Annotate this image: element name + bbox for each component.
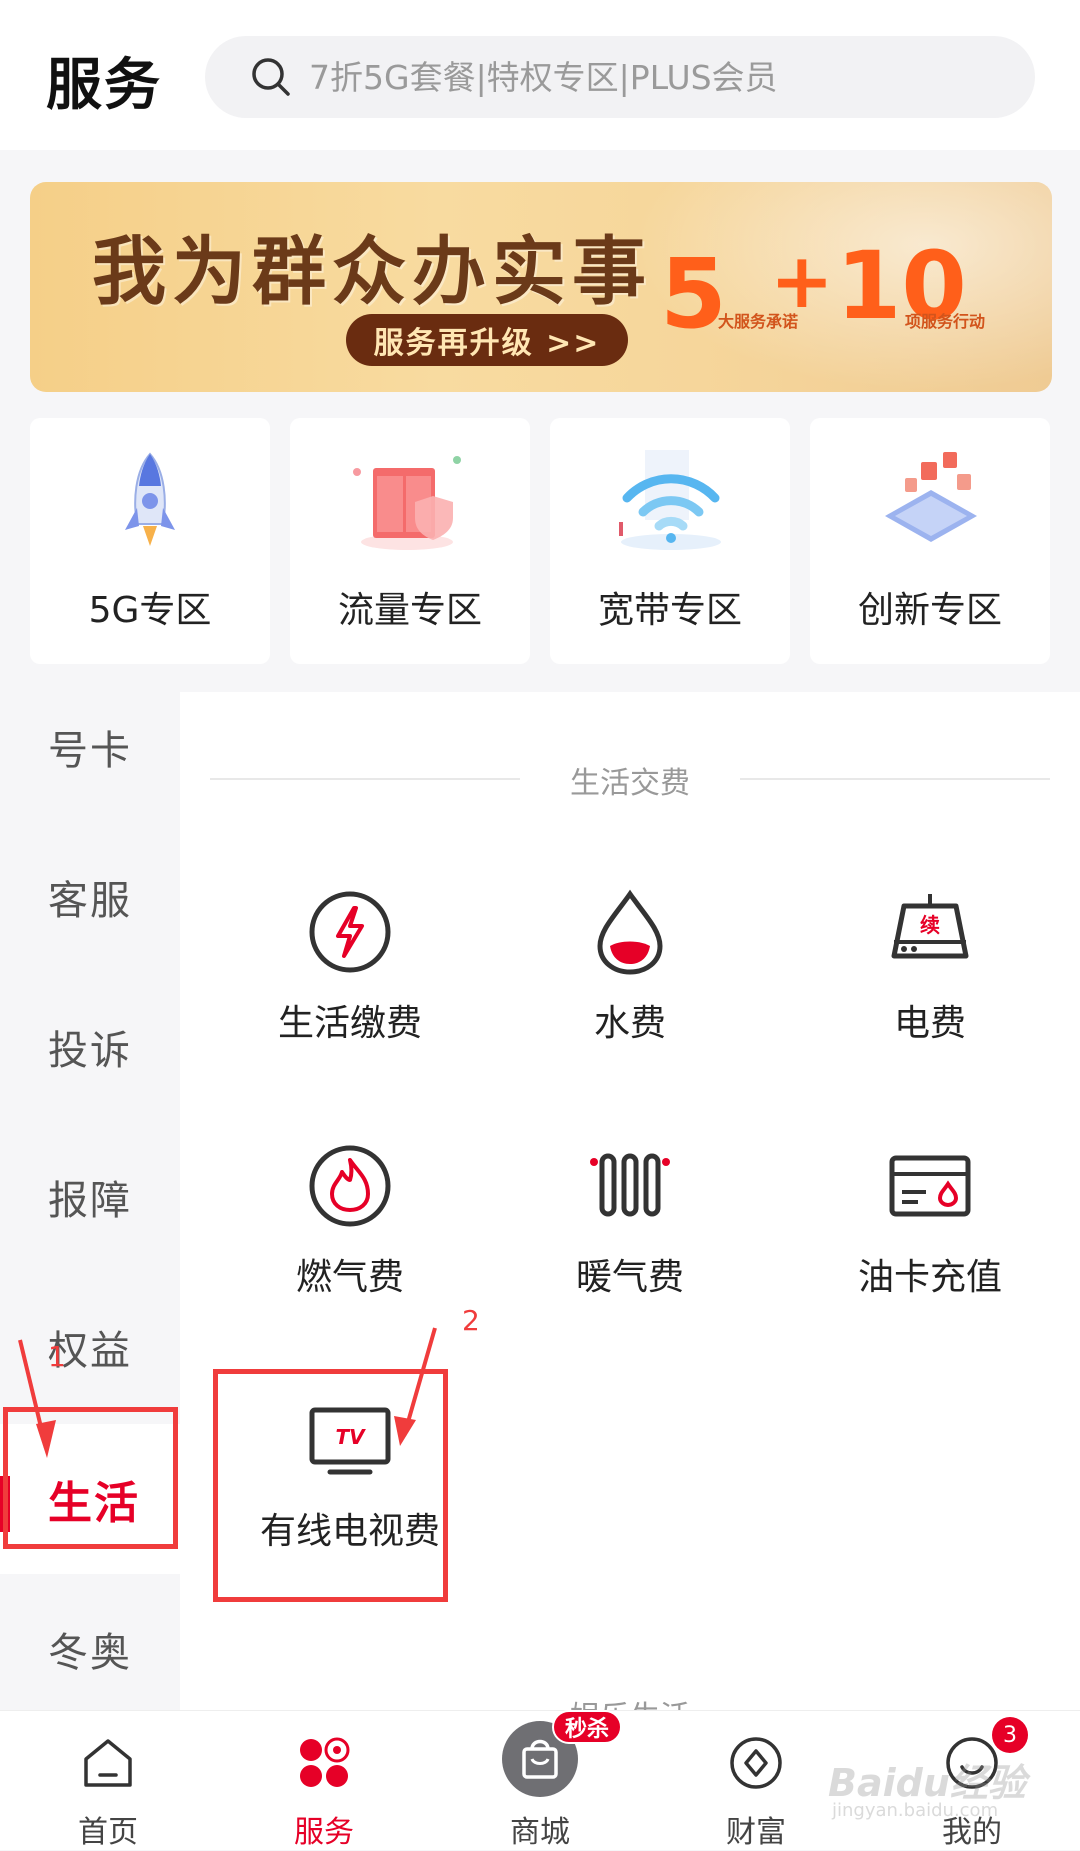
laptop-icon [885,452,977,542]
meter-icon-text: 续 [920,913,940,937]
section-header-entertainment: 娱乐生活 [210,1692,1050,1710]
sidebar-item-baozhang[interactable]: 报障 [0,1122,180,1272]
category-sidebar: 号卡 客服 投诉 报障 权益 生活 冬奥 [0,692,180,1710]
sidebar-item-dongao[interactable]: 冬奥 [0,1574,180,1724]
service-label: 电费 [893,1003,966,1044]
tab-label: 服务 [294,1815,354,1850]
service-fuel-card[interactable]: 油卡充值 [790,1142,1070,1342]
search-icon [252,58,290,96]
section-title: 娱乐生活 [210,1692,1050,1710]
sidebar-item-haoka[interactable]: 号卡 [0,672,180,822]
service-label: 生活缴费 [277,1003,422,1044]
banner-headline: 我为群众办实事 [92,229,652,315]
lightning-circle-icon [309,891,391,973]
tab-label: 首页 [78,1815,138,1850]
zone-label: 创新专区 [857,590,1002,631]
meter-icon: 续 [891,894,969,959]
tab-service[interactable]: 服务 [216,1711,432,1851]
page-title: 服务 [46,53,162,118]
section-header-life-payment: 生活交费 [210,758,1050,801]
cabinet-shield-icon [353,456,461,550]
banner-caption-a: 大服务承诺 [718,312,799,331]
zone-card-innovation[interactable]: 创新专区 [810,418,1050,664]
notification-count-badge: 3 [992,1717,1028,1753]
banner-button[interactable]: 服务再升级 >> [346,314,628,366]
banner-number-a: 5 [660,238,727,350]
home-icon [84,1739,132,1787]
sidebar-item-tousu[interactable]: 投诉 [0,972,180,1122]
service-label: 油卡充值 [857,1257,1002,1298]
annotation-arrows [18,1327,437,1458]
watermark-url: jingyan.baidu.com [832,1800,999,1821]
service-electricity[interactable]: 续 电费 [790,888,1070,1088]
zone-card-5g[interactable]: 5G专区 [30,418,270,664]
fuel-card-icon [889,1155,971,1217]
tab-home[interactable]: 首页 [0,1711,216,1851]
service-gas[interactable]: 燃气费 [210,1142,490,1342]
rocket-icon [125,452,175,546]
service-label: 暖气费 [575,1257,684,1298]
wifi-icon [619,450,721,550]
promo-banner[interactable]: 我为群众办实事 服务再升级 >> 5 + 10 大服务承诺 项服务行动 [30,182,1052,392]
zone-card-broadband[interactable]: 宽带专区 [550,418,790,664]
service-label: 燃气费 [295,1257,404,1298]
divider [740,778,1050,780]
zone-label: 宽带专区 [597,590,742,631]
service-water[interactable]: 水费 [490,888,770,1088]
tab-label: 商城 [510,1815,570,1850]
sidebar-item-kefu[interactable]: 客服 [0,822,180,972]
zone-card-data[interactable]: 流量专区 [290,418,530,664]
watermark: Baidu经验 [828,1761,1026,1805]
water-drop-icon [597,889,663,975]
zone-label: 流量专区 [337,590,482,631]
service-label: 水费 [593,1003,666,1044]
search-bar[interactable] [205,36,1035,118]
service-life-bills[interactable]: 生活缴费 [210,888,490,1088]
service-grid-icon [300,1737,350,1787]
search-input[interactable] [309,57,1009,97]
service-heating[interactable]: 暖气费 [490,1142,770,1342]
zone-label: 5G专区 [88,590,212,631]
wealth-icon [730,1737,782,1789]
flame-circle-icon [309,1145,391,1227]
section-title: 生活交费 [570,766,690,801]
banner-caption-b: 项服务行动 [905,312,986,331]
radiator-icon [590,1153,670,1217]
flash-sale-badge: 秒杀 [552,1710,622,1744]
header: 服务 [0,0,1080,150]
